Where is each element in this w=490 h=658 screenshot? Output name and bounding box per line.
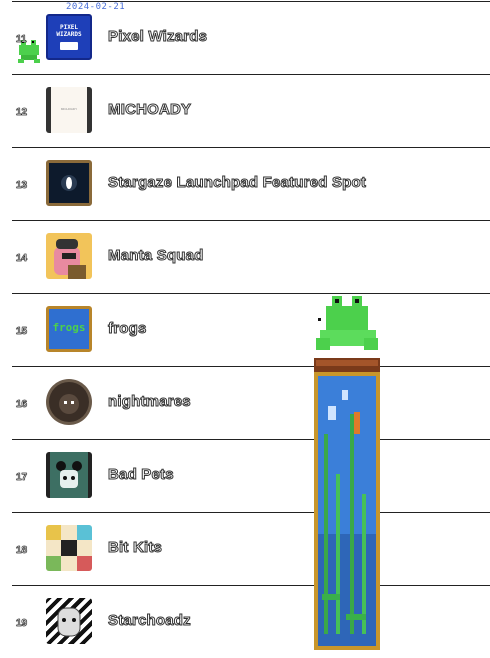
rank-number: 18 bbox=[16, 545, 28, 557]
bit-kits-thumbnail bbox=[46, 525, 92, 571]
collection-name[interactable]: MICHOADY bbox=[107, 101, 191, 119]
collection-name[interactable]: Pixel Wizards bbox=[107, 28, 207, 46]
rank-number: 15 bbox=[16, 326, 28, 338]
list-item[interactable]: 17 Bad Pets bbox=[12, 439, 490, 512]
rank-number: 14 bbox=[16, 253, 28, 265]
list-item[interactable]: 16 nightmares bbox=[12, 366, 490, 439]
rank-number: 17 bbox=[16, 472, 28, 484]
collection-name[interactable]: Bit Kits bbox=[107, 539, 162, 557]
nightmares-thumbnail bbox=[46, 379, 92, 425]
list-item[interactable]: 19 Starchoadz bbox=[12, 585, 490, 658]
rank-number: 13 bbox=[16, 180, 28, 192]
rank-number: 12 bbox=[16, 107, 28, 119]
frogs-banner bbox=[314, 296, 380, 650]
collection-name[interactable]: nightmares bbox=[108, 393, 192, 411]
frogs-thumbnail: frogs bbox=[46, 306, 92, 352]
collection-name[interactable]: Manta Squad bbox=[108, 247, 204, 265]
list-item[interactable]: 11 PIXEL WIZARDS Pixel Wizards bbox=[12, 1, 490, 74]
rank-number: 11 bbox=[16, 34, 27, 46]
thumbnail-logo-text: MICHOADY bbox=[60, 107, 78, 111]
stargaze-thumbnail bbox=[46, 160, 92, 206]
collection-name[interactable]: Bad Pets bbox=[108, 466, 175, 484]
list-item[interactable]: 15 frogs frogs bbox=[12, 293, 490, 366]
thumbnail-logo-text: PIXEL WIZARDS bbox=[56, 24, 82, 38]
rank-number: 19 bbox=[16, 618, 28, 630]
collection-name[interactable]: Starchoadz bbox=[108, 612, 192, 630]
bad-pets-thumbnail bbox=[46, 452, 92, 498]
michoady-thumbnail: MICHOADY bbox=[46, 87, 92, 133]
list-item[interactable]: 12 MICHOADY MICHOADY bbox=[12, 74, 490, 147]
starchoadz-thumbnail bbox=[46, 598, 92, 644]
list-item[interactable]: 13 Stargaze Launchpad Featured Spot bbox=[12, 147, 490, 220]
manta-squad-thumbnail bbox=[46, 233, 92, 279]
thumbnail-logo-text: frogs bbox=[52, 321, 86, 334]
collection-name[interactable]: frogs bbox=[108, 320, 147, 338]
rank-number: 16 bbox=[16, 399, 28, 411]
pixel-wizards-thumbnail: PIXEL WIZARDS bbox=[46, 14, 92, 60]
list-item[interactable]: 18 Bit Kits bbox=[12, 512, 490, 585]
list-item[interactable]: 14 Manta Squad bbox=[12, 220, 490, 293]
collection-name[interactable]: Stargaze Launchpad Featured Spot bbox=[107, 174, 366, 192]
